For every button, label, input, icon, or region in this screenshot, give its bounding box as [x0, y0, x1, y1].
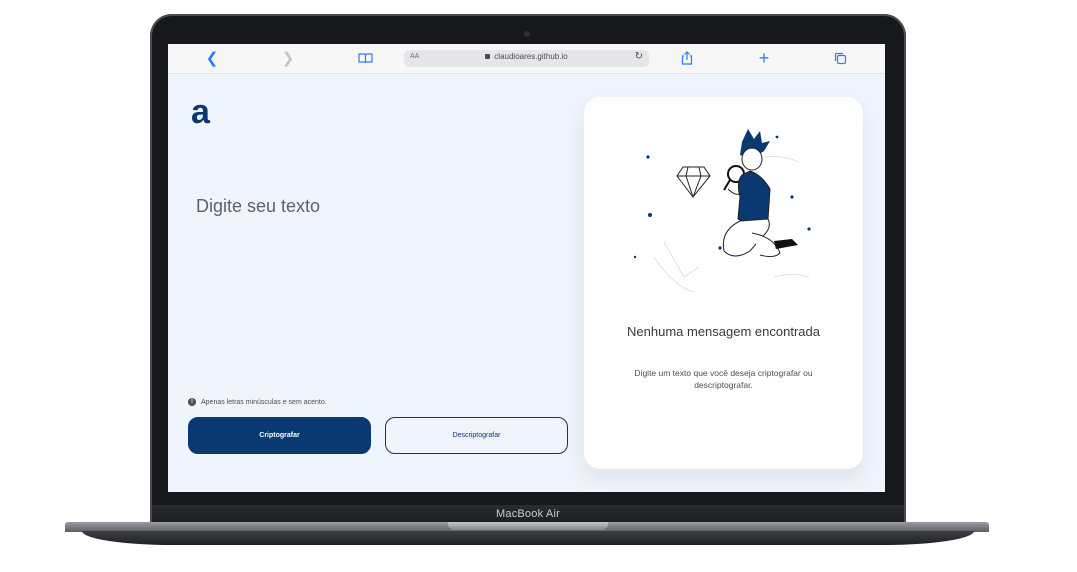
hint-row: ! Apenas letras minúsculas e sem acento. [188, 398, 327, 406]
lock-icon [485, 54, 491, 59]
laptop-hinge-notch [448, 522, 608, 530]
output-card: Nenhuma mensagem encontrada Digite um te… [584, 97, 863, 469]
decrypt-button[interactable]: Descriptografar [385, 417, 568, 454]
tabs-icon[interactable] [830, 49, 850, 67]
reload-icon[interactable]: ↻ [635, 51, 643, 62]
empty-state-illustration [633, 129, 811, 293]
url-text: claudioares.github.io [494, 52, 568, 61]
browser-window: ❮ ❯ AA claudioares.github.io ↻ + a ! Ape… [168, 44, 885, 492]
app-logo[interactable]: a [191, 95, 210, 129]
text-input[interactable] [196, 191, 576, 221]
back-icon[interactable]: ❮ [202, 49, 222, 67]
encrypt-button[interactable]: Criptografar [188, 417, 371, 454]
address-bar[interactable]: AA claudioares.github.io ↻ [404, 50, 649, 67]
output-text: Digite um texto que você deseja criptogr… [634, 368, 813, 390]
bookmarks-icon[interactable] [355, 49, 375, 67]
hint-text: Apenas letras minúsculas e sem acento. [201, 398, 327, 406]
device-brand-label: MacBook Air [496, 508, 560, 520]
webcam [524, 31, 530, 37]
new-tab-icon[interactable]: + [754, 48, 774, 68]
info-icon: ! [188, 398, 196, 406]
forward-icon[interactable]: ❯ [278, 49, 298, 67]
laptop-base-bottom [82, 531, 974, 545]
browser-toolbar: ❮ ❯ AA claudioares.github.io ↻ + [168, 44, 885, 74]
share-icon[interactable] [677, 49, 697, 67]
output-title: Nenhuma mensagem encontrada [627, 324, 820, 339]
